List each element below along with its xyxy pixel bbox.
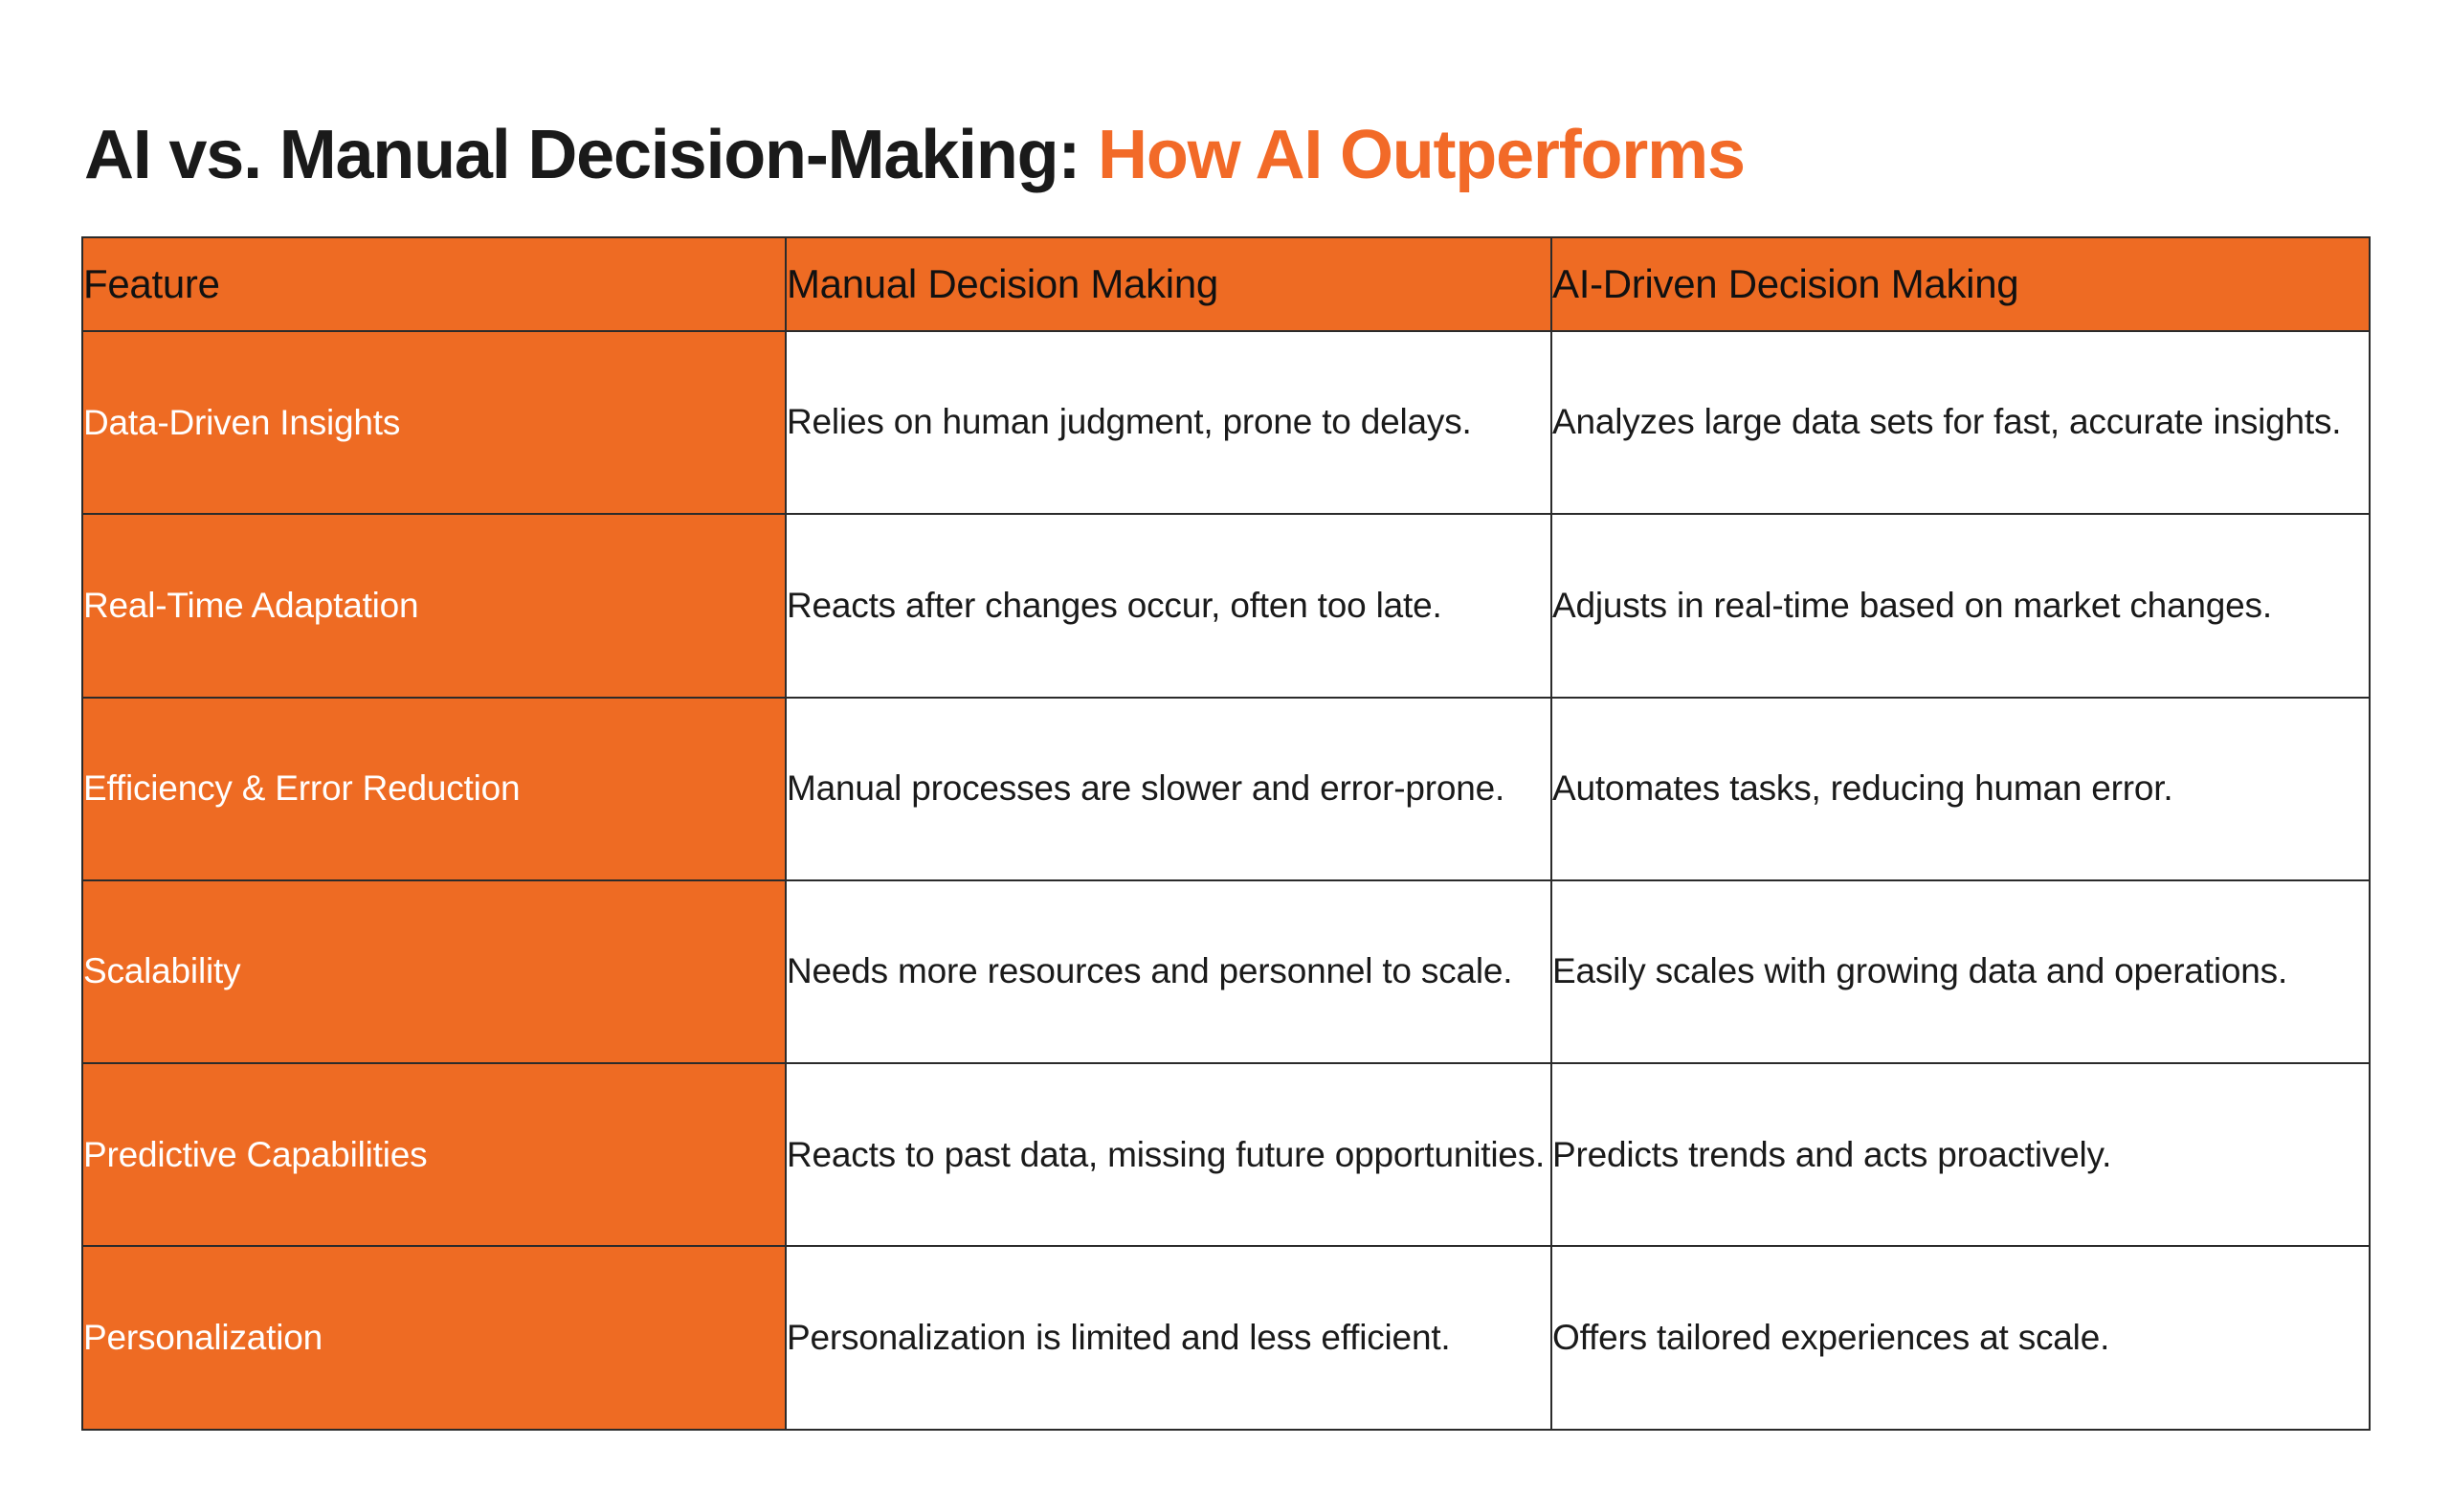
table-row: Real-Time Adaptation Reacts after change… bbox=[81, 513, 2371, 699]
column-header-feature: Feature bbox=[81, 236, 787, 332]
comparison-table: Feature Manual Decision Making AI-Driven… bbox=[81, 236, 2371, 1431]
manual-description: Needs more resources and personnel to sc… bbox=[785, 878, 1552, 1065]
ai-description: Adjusts in real-time based on market cha… bbox=[1550, 513, 2371, 699]
manual-description-text: Relies on human judgment, prone to delay… bbox=[787, 402, 1472, 442]
table-row: Efficiency & Error Reduction Manual proc… bbox=[81, 696, 2371, 881]
infographic-page: AI vs. Manual Decision-Making: How AI Ou… bbox=[0, 0, 2450, 1512]
table-body: Data-Driven Insights Relies on human jud… bbox=[81, 329, 2371, 1431]
manual-description: Personalization is limited and less effi… bbox=[785, 1245, 1552, 1431]
ai-description: Offers tailored experiences at scale. bbox=[1550, 1245, 2371, 1431]
ai-description: Predicts trends and acts proactively. bbox=[1550, 1062, 2371, 1248]
table-header: Feature Manual Decision Making AI-Driven… bbox=[81, 236, 2371, 332]
feature-label: Real-Time Adaptation bbox=[81, 513, 787, 699]
table-row: Personalization Personalization is limit… bbox=[81, 1245, 2371, 1431]
table-row: Scalability Needs more resources and per… bbox=[81, 878, 2371, 1065]
ai-description: Analyzes large data sets for fast, accur… bbox=[1550, 329, 2371, 516]
manual-description-text: Manual processes are slower and error-pr… bbox=[787, 767, 1505, 808]
ai-description: Easily scales with growing data and oper… bbox=[1550, 878, 2371, 1065]
feature-label: Predictive Capabilities bbox=[81, 1062, 787, 1248]
manual-description-text: Reacts to past data, missing future oppo… bbox=[787, 1134, 1546, 1174]
feature-label: Scalability bbox=[81, 878, 787, 1065]
ai-description-text: Predicts trends and acts proactively. bbox=[1552, 1134, 2112, 1174]
table-row: Data-Driven Insights Relies on human jud… bbox=[81, 329, 2371, 516]
ai-description-text: Analyzes large data sets for fast, accur… bbox=[1552, 402, 2342, 442]
ai-description-text: Adjusts in real-time based on market cha… bbox=[1552, 585, 2272, 625]
manual-description: Reacts to past data, missing future oppo… bbox=[785, 1062, 1552, 1248]
feature-label: Personalization bbox=[81, 1245, 787, 1431]
page-title-primary: AI vs. Manual Decision-Making: bbox=[84, 117, 1080, 194]
table-row: Predictive Capabilities Reacts to past d… bbox=[81, 1062, 2371, 1248]
manual-description: Manual processes are slower and error-pr… bbox=[785, 696, 1552, 881]
table-header-row: Feature Manual Decision Making AI-Driven… bbox=[81, 236, 2371, 332]
page-title: AI vs. Manual Decision-Making: How AI Ou… bbox=[84, 121, 1746, 189]
manual-description: Relies on human judgment, prone to delay… bbox=[785, 329, 1552, 516]
page-title-accent: How AI Outperforms bbox=[1098, 117, 1746, 194]
column-header-manual: Manual Decision Making bbox=[785, 236, 1552, 332]
ai-description: Automates tasks, reducing human error. bbox=[1550, 696, 2371, 881]
ai-description-text: Automates tasks, reducing human error. bbox=[1552, 767, 2173, 808]
feature-label: Data-Driven Insights bbox=[81, 329, 787, 516]
manual-description-text: Reacts after changes occur, often too la… bbox=[787, 585, 1442, 625]
feature-label: Efficiency & Error Reduction bbox=[81, 696, 787, 881]
ai-description-text: Offers tailored experiences at scale. bbox=[1552, 1317, 2110, 1357]
manual-description-text: Needs more resources and personnel to sc… bbox=[787, 951, 1513, 991]
comparison-table-container: Feature Manual Decision Making AI-Driven… bbox=[81, 236, 2371, 1431]
manual-description-text: Personalization is limited and less effi… bbox=[787, 1317, 1451, 1357]
manual-description: Reacts after changes occur, often too la… bbox=[785, 513, 1552, 699]
ai-description-text: Easily scales with growing data and oper… bbox=[1552, 951, 2288, 991]
column-header-ai: AI-Driven Decision Making bbox=[1550, 236, 2371, 332]
